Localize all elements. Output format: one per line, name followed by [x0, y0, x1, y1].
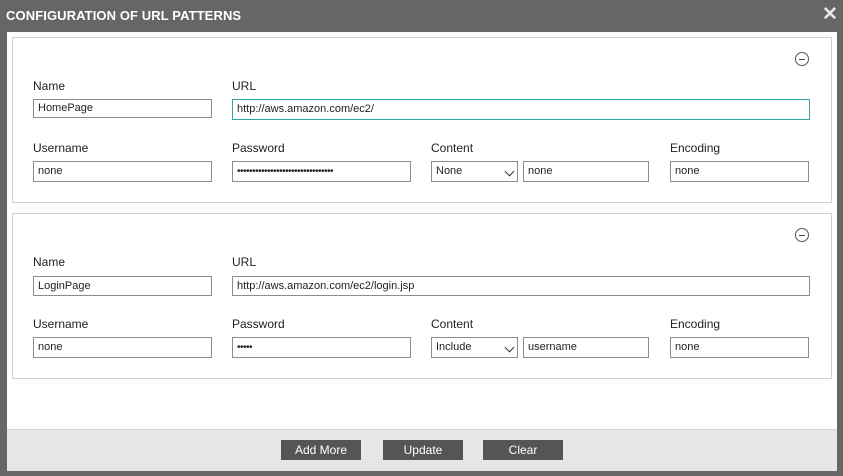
username-input[interactable]: none: [33, 337, 212, 358]
dialog-title: CONFIGURATION OF URL PATTERNS: [6, 8, 242, 23]
url-pattern-panel: Name URL HomePage http://aws.amazon.com/…: [12, 37, 832, 203]
url-pattern-panel: Name URL LoginPage http://aws.amazon.com…: [12, 213, 832, 379]
url-label: URL: [232, 255, 257, 269]
content-value-input[interactable]: none: [523, 161, 649, 182]
url-patterns-dialog: CONFIGURATION OF URL PATTERNS ✕ Name URL…: [0, 0, 843, 476]
clear-button[interactable]: Clear: [483, 440, 563, 460]
password-input[interactable]: •••••: [232, 337, 411, 358]
minus-circle-icon[interactable]: [795, 228, 809, 242]
encoding-label: Encoding: [670, 317, 721, 331]
password-input[interactable]: ••••••••••••••••••••••••••••••••: [232, 161, 411, 182]
username-input[interactable]: none: [33, 161, 212, 182]
chevron-down-icon: [504, 342, 515, 353]
dialog-footer: Add More Update Clear: [7, 429, 837, 471]
username-label: Username: [33, 141, 89, 155]
content-label: Content: [431, 317, 474, 331]
name-label: Name: [33, 79, 66, 93]
password-label: Password: [232, 141, 285, 155]
password-label: Password: [232, 317, 285, 331]
add-more-button[interactable]: Add More: [281, 440, 361, 460]
dialog-content: Name URL HomePage http://aws.amazon.com/…: [7, 32, 837, 429]
name-label: Name: [33, 255, 66, 269]
encoding-input[interactable]: none: [670, 337, 809, 358]
minus-circle-icon[interactable]: [795, 52, 809, 66]
dialog-titlebar: CONFIGURATION OF URL PATTERNS ✕: [0, 0, 843, 32]
close-icon[interactable]: ✕: [822, 5, 838, 25]
update-button[interactable]: Update: [383, 440, 463, 460]
content-type-value: None: [436, 165, 463, 177]
content-label: Content: [431, 141, 474, 155]
content-type-select[interactable]: None: [431, 161, 518, 182]
chevron-down-icon: [504, 166, 515, 177]
encoding-label: Encoding: [670, 141, 721, 155]
content-type-select[interactable]: Include: [431, 337, 518, 358]
name-input[interactable]: LoginPage: [33, 276, 212, 296]
username-label: Username: [33, 317, 89, 331]
url-label: URL: [232, 79, 257, 93]
url-input[interactable]: http://aws.amazon.com/ec2/: [232, 99, 810, 120]
url-input[interactable]: http://aws.amazon.com/ec2/login.jsp: [232, 276, 810, 296]
encoding-input[interactable]: none: [670, 161, 809, 182]
content-value-input[interactable]: username: [523, 337, 649, 358]
content-type-value: Include: [436, 341, 472, 353]
name-input[interactable]: HomePage: [33, 99, 212, 118]
